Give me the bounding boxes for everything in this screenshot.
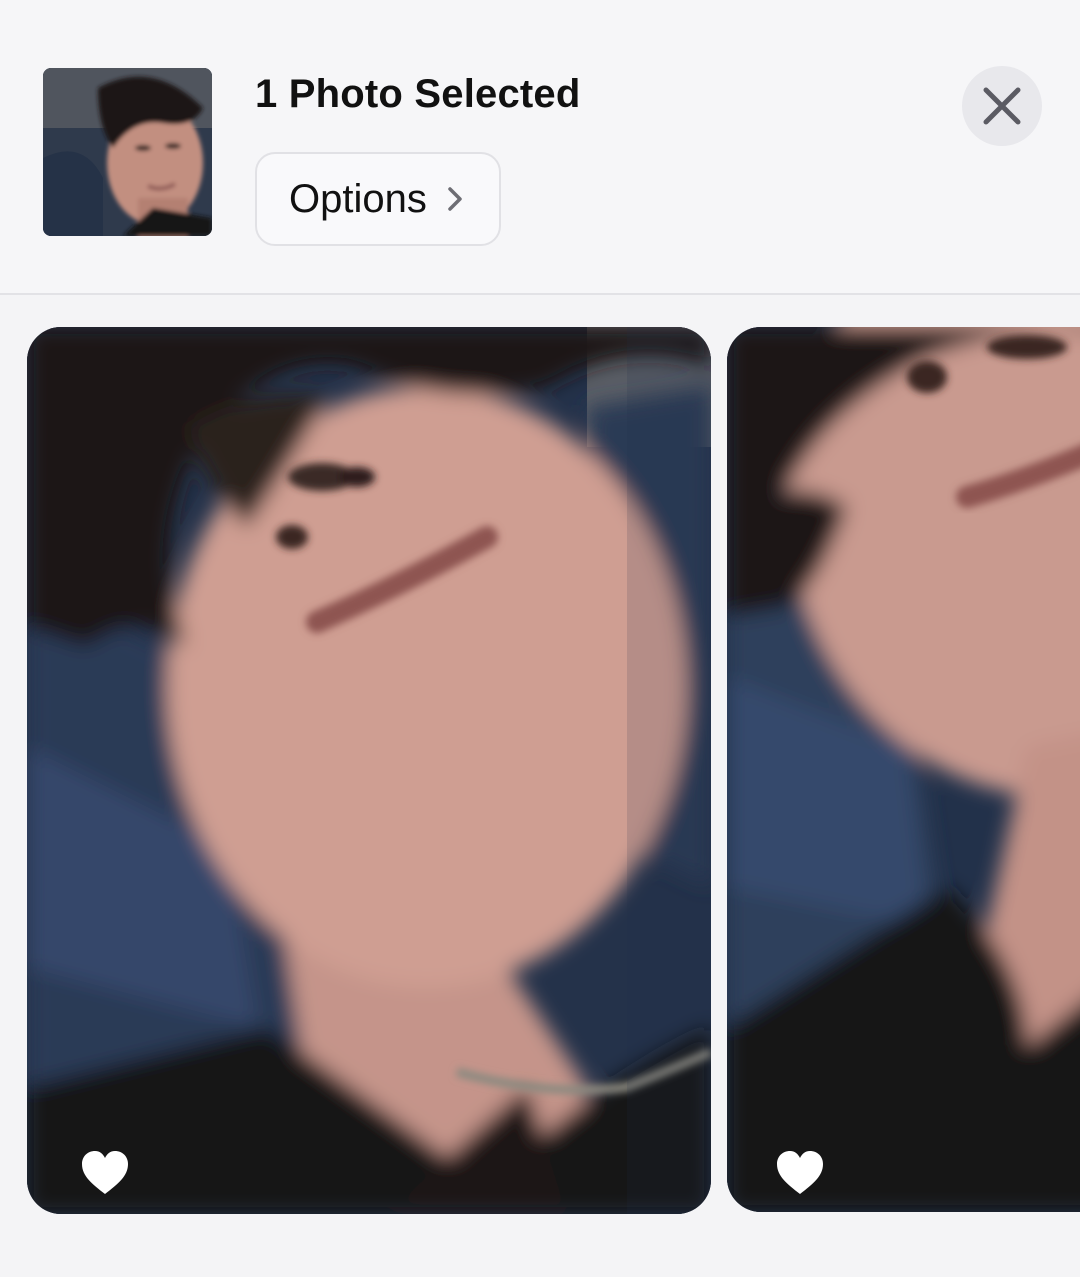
photo-share-sheet: 1 Photo Selected Options bbox=[0, 0, 1080, 1277]
close-button[interactable] bbox=[962, 66, 1042, 146]
photo-preview-next[interactable] bbox=[727, 327, 1080, 1212]
selection-header: 1 Photo Selected Options bbox=[0, 0, 1080, 295]
chevron-right-icon bbox=[448, 187, 462, 211]
photo-preview-main[interactable] bbox=[27, 327, 711, 1214]
photo-image-next bbox=[727, 327, 1080, 1212]
options-button-label: Options bbox=[289, 176, 427, 221]
photo-image-main bbox=[27, 327, 711, 1214]
close-icon bbox=[983, 87, 1021, 125]
heart-icon[interactable] bbox=[775, 1150, 825, 1196]
heart-icon[interactable] bbox=[80, 1150, 130, 1196]
selected-photo-thumbnail[interactable] bbox=[43, 68, 212, 236]
selection-count-title: 1 Photo Selected bbox=[255, 72, 581, 116]
thumbnail-image bbox=[43, 68, 212, 236]
options-button[interactable]: Options bbox=[255, 152, 501, 246]
